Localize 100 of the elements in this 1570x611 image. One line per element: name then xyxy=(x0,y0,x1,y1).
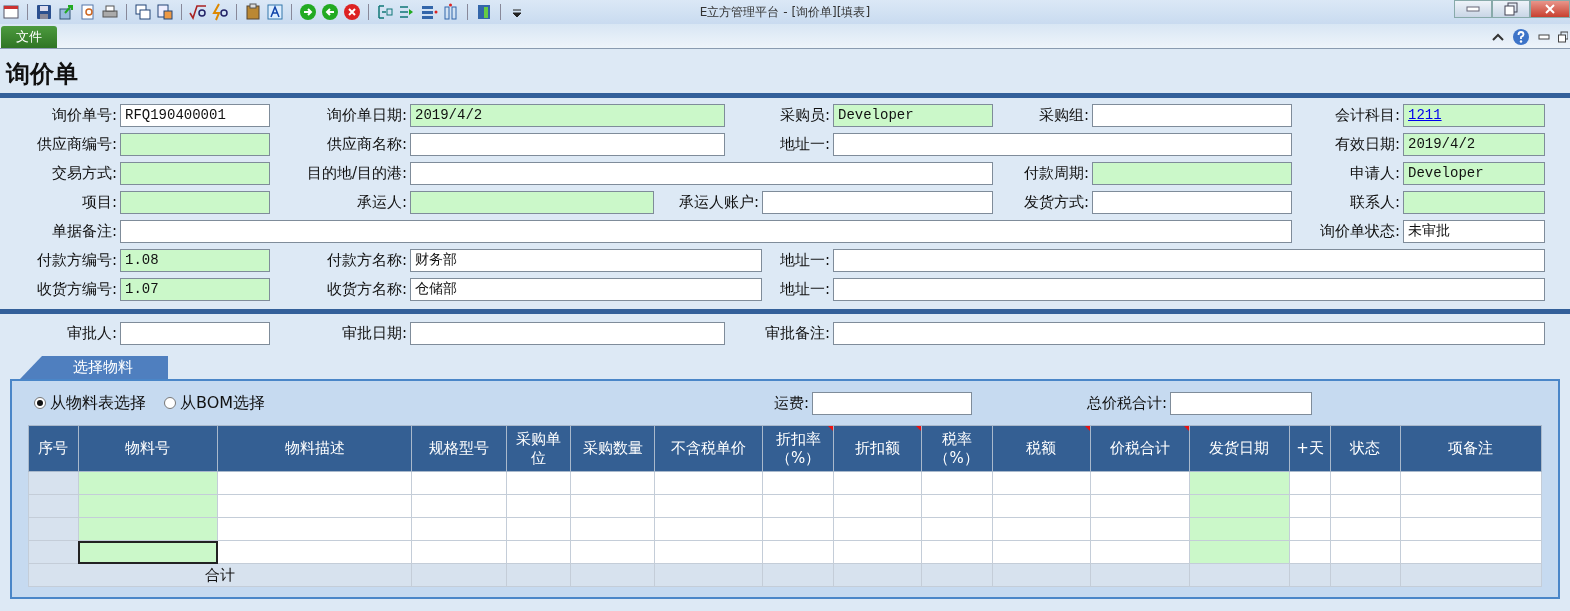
save-icon[interactable] xyxy=(35,3,53,21)
file-tab[interactable]: 文件 xyxy=(1,26,57,48)
input-field[interactable] xyxy=(410,322,725,345)
table-cell[interactable] xyxy=(1400,494,1542,518)
table-cell[interactable] xyxy=(217,494,412,518)
input-field[interactable] xyxy=(410,162,993,185)
input-field[interactable] xyxy=(410,133,725,156)
input-field[interactable]: 1.07 xyxy=(120,278,270,301)
input-field[interactable]: 仓储部 xyxy=(410,278,762,301)
input-field[interactable]: 1211 xyxy=(1403,104,1545,127)
input-field[interactable] xyxy=(120,133,270,156)
table-cell[interactable] xyxy=(1400,540,1542,564)
table-cell[interactable] xyxy=(654,471,763,495)
column-header[interactable]: +天 xyxy=(1289,425,1331,472)
column-header[interactable]: 物料号 xyxy=(78,425,218,472)
column-header[interactable]: 状态 xyxy=(1330,425,1401,472)
account-link[interactable]: 1211 xyxy=(1408,107,1442,123)
input-field[interactable] xyxy=(833,278,1545,301)
radio-label[interactable]: 从BOM选择 xyxy=(180,392,266,414)
calendar-icon[interactable] xyxy=(2,3,20,21)
export-icon[interactable] xyxy=(57,3,75,21)
input-field[interactable] xyxy=(1092,162,1292,185)
column-header[interactable]: 项备注 xyxy=(1400,425,1542,472)
table-cell[interactable] xyxy=(217,471,412,495)
collapse-ribbon-icon[interactable] xyxy=(1492,32,1504,42)
table-cell[interactable] xyxy=(217,517,412,541)
restore-icon[interactable] xyxy=(1558,31,1568,43)
input-field[interactable] xyxy=(1403,191,1545,214)
formula-icon[interactable] xyxy=(189,3,207,21)
table-cell[interactable] xyxy=(28,540,79,564)
exit-door-icon[interactable] xyxy=(475,3,493,21)
table-cell[interactable] xyxy=(654,540,763,564)
table-cell[interactable] xyxy=(654,517,763,541)
input-field[interactable]: Developer xyxy=(1403,162,1545,185)
input-field[interactable] xyxy=(1092,104,1292,127)
input-field[interactable]: RFQ190400001 xyxy=(120,104,270,127)
field-label: 询价单状态: xyxy=(1318,222,1401,241)
close-button[interactable] xyxy=(1530,0,1570,18)
radio-label[interactable]: 从物料表选择 xyxy=(50,392,146,414)
column-header[interactable]: 规格型号 xyxy=(411,425,506,472)
input-field[interactable]: 未审批 xyxy=(1403,220,1545,243)
arrow-right-icon[interactable] xyxy=(299,3,317,21)
minimize-icon[interactable] xyxy=(1538,33,1550,41)
table-cell[interactable] xyxy=(1400,517,1542,541)
column-header[interactable]: 采购单位 xyxy=(506,425,571,472)
freight-field[interactable] xyxy=(812,391,973,415)
radio-button[interactable] xyxy=(164,397,176,409)
table-cell[interactable] xyxy=(217,540,412,564)
arrow-left-icon[interactable] xyxy=(321,3,339,21)
font-icon[interactable] xyxy=(266,3,284,21)
formula-lightning-icon[interactable] xyxy=(211,3,229,21)
column-header[interactable]: 采购数量 xyxy=(570,425,655,472)
table-cell[interactable] xyxy=(28,494,79,518)
minimize-button[interactable] xyxy=(1454,0,1492,18)
document-icon[interactable] xyxy=(156,3,174,21)
column-header[interactable]: 折扣率（%） xyxy=(762,425,834,472)
column-header[interactable]: 不含税单价 xyxy=(654,425,763,472)
close-icon[interactable] xyxy=(343,3,361,21)
table-cell[interactable] xyxy=(28,517,79,541)
column-header[interactable]: 物料描述 xyxy=(217,425,412,472)
restore-button[interactable] xyxy=(1492,0,1530,18)
input-field[interactable] xyxy=(833,322,1545,345)
windows-icon[interactable] xyxy=(134,3,152,21)
input-field[interactable]: 2019/4/2 xyxy=(1403,133,1545,156)
table-cell[interactable] xyxy=(28,471,79,495)
total-field[interactable] xyxy=(1170,391,1313,415)
input-field[interactable] xyxy=(410,191,654,214)
table-cell[interactable] xyxy=(1400,471,1542,495)
table-cell[interactable] xyxy=(78,471,218,495)
clipboard-icon[interactable] xyxy=(244,3,262,21)
column-header[interactable]: 折扣额 xyxy=(833,425,922,472)
input-field[interactable] xyxy=(120,322,270,345)
table-cell[interactable] xyxy=(78,517,218,541)
help-icon[interactable] xyxy=(1512,28,1530,46)
input-field[interactable]: Developer xyxy=(833,104,993,127)
printer-icon[interactable] xyxy=(101,3,119,21)
columns-icon[interactable] xyxy=(442,3,460,21)
materials-tab[interactable]: 选择物料 xyxy=(20,356,168,379)
input-field[interactable] xyxy=(1092,191,1292,214)
table-cell[interactable] xyxy=(78,540,218,564)
column-header[interactable]: 价税合计 xyxy=(1090,425,1190,472)
input-field[interactable] xyxy=(120,162,270,185)
column-header[interactable]: 税额 xyxy=(992,425,1091,472)
input-field[interactable]: 财务部 xyxy=(410,249,762,272)
radio-button[interactable] xyxy=(34,397,46,409)
table-cell[interactable] xyxy=(654,494,763,518)
field-label: 承运人账户: xyxy=(677,193,760,212)
input-field[interactable] xyxy=(120,220,1292,243)
input-field[interactable] xyxy=(762,191,993,214)
input-field[interactable]: 1.08 xyxy=(120,249,270,272)
input-field[interactable] xyxy=(833,249,1545,272)
indent-icon[interactable] xyxy=(376,3,394,21)
column-header[interactable]: 税率（%） xyxy=(921,425,993,472)
input-field[interactable] xyxy=(833,133,1292,156)
table-cell[interactable] xyxy=(78,494,218,518)
column-header[interactable]: 序号 xyxy=(28,425,79,472)
column-header[interactable]: 发货日期 xyxy=(1189,425,1290,472)
input-field[interactable]: 2019/4/2 xyxy=(410,104,725,127)
preview-icon[interactable] xyxy=(79,3,97,21)
input-field[interactable] xyxy=(120,191,270,214)
